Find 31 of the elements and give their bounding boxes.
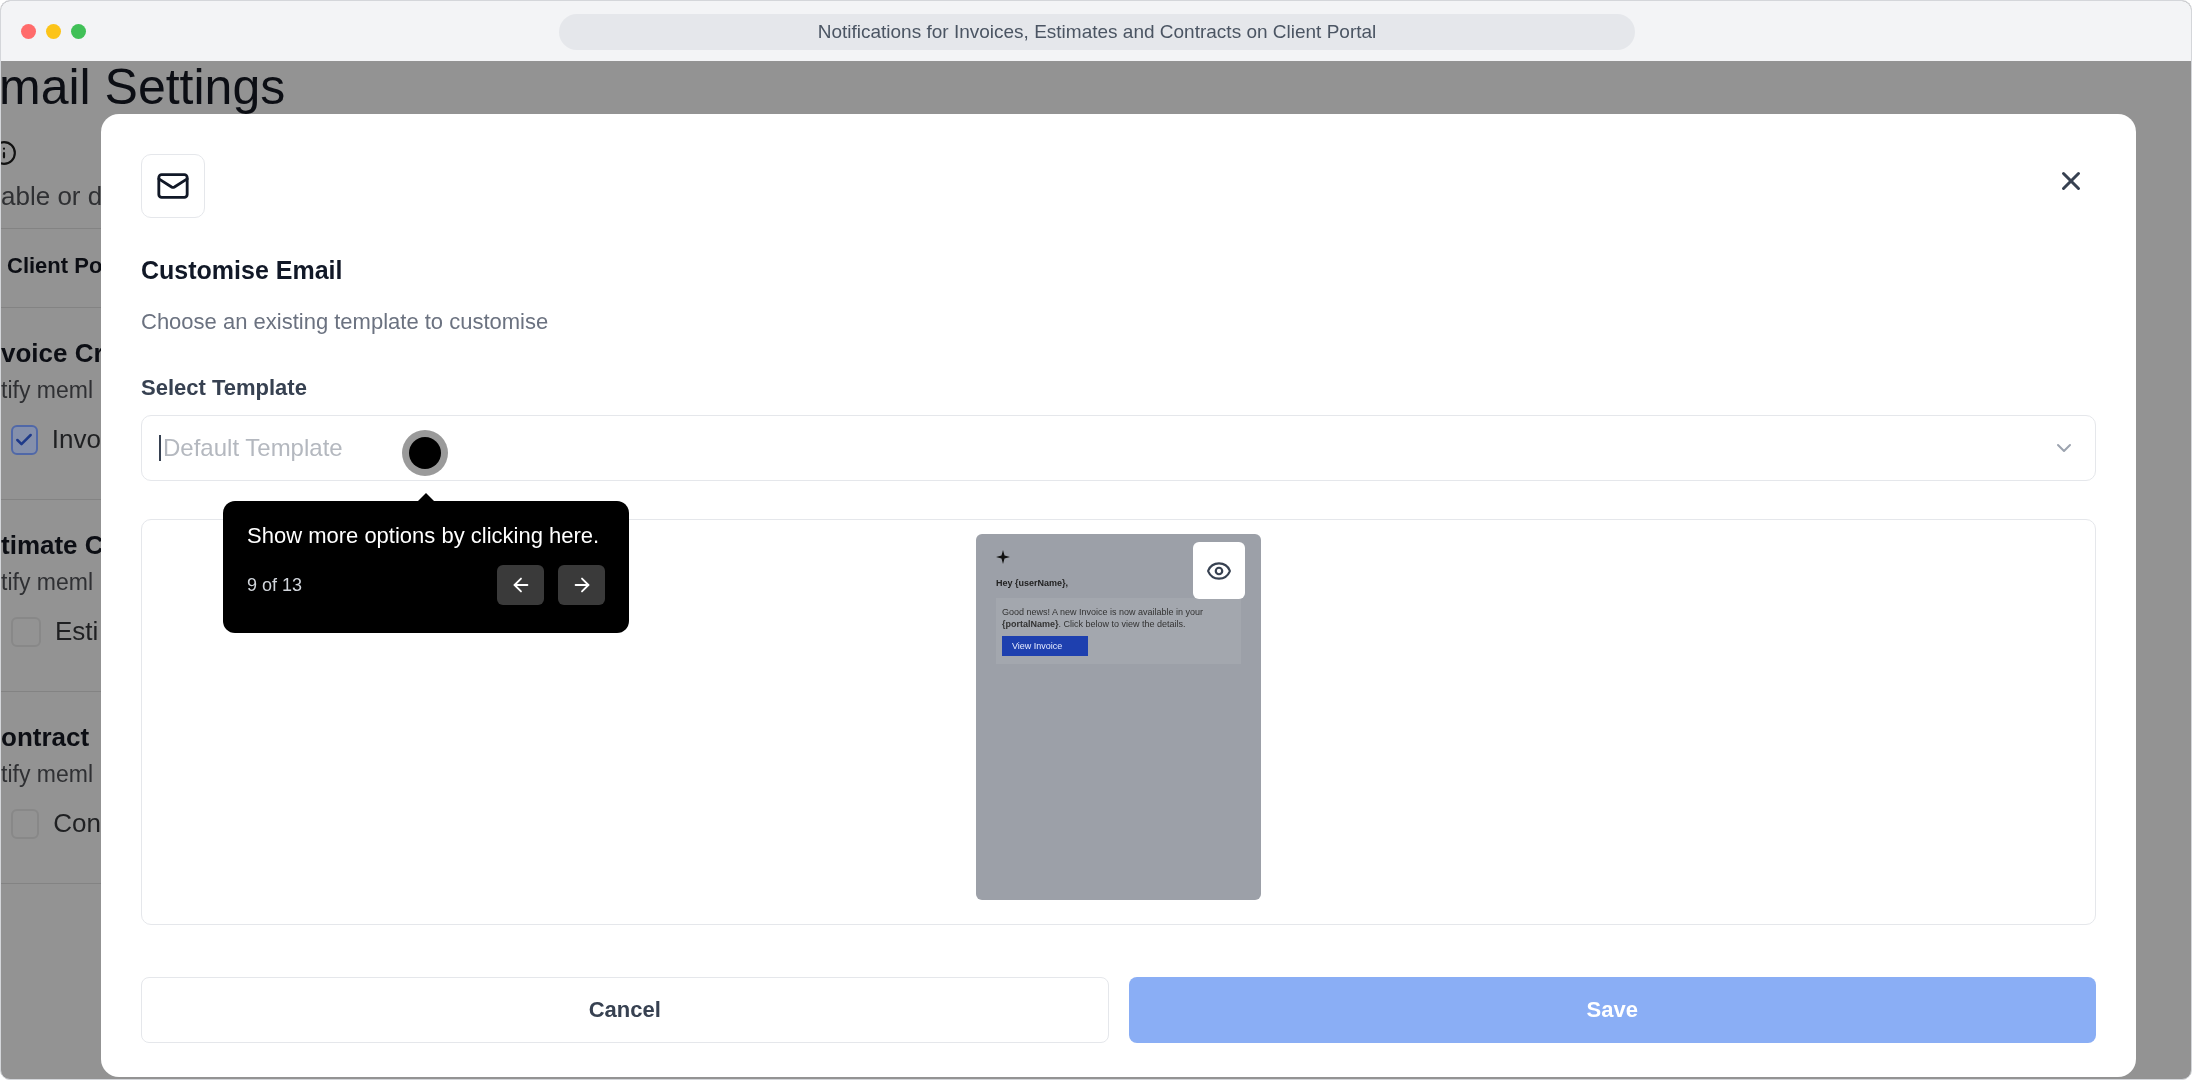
group-title: ontract (1, 722, 91, 753)
group-description: tify meml (1, 569, 94, 596)
group-title: voice Cr (1, 338, 101, 369)
checkbox[interactable] (11, 424, 38, 455)
cancel-button[interactable]: Cancel (141, 977, 1109, 1043)
template-preview-card[interactable]: Hey {userName}, Good news! A new Invoice is now available in your {portalName}. Click below to view the details. View Invoice (976, 534, 1261, 900)
text-cursor (159, 435, 161, 461)
preview-button[interactable] (1193, 542, 1245, 599)
checkbox-label: Invo (51, 424, 101, 455)
template-select[interactable]: Default Template (141, 415, 2096, 481)
previous-button[interactable] (497, 565, 544, 605)
close-window-dot[interactable] (21, 23, 36, 39)
preview-view-button: View Invoice (1002, 636, 1088, 656)
group-description: tify meml (1, 377, 94, 404)
minimize-window-dot[interactable] (46, 23, 61, 39)
step-counter: 9 of 13 (247, 574, 303, 596)
dialog-subtitle: Choose an existing template to customise (141, 309, 550, 335)
checkbox-label: Esti (55, 616, 99, 647)
field-label: Select Template (141, 375, 308, 401)
dialog-title: Customise Email (141, 256, 344, 285)
mail-icon (141, 154, 205, 218)
checkbox-label: Con (53, 808, 101, 839)
preview-greeting: Hey {userName}, (996, 578, 1070, 588)
preview-message: Good news! A new Invoice is now available in your {portalName}. Click below to view the details. (1002, 606, 1205, 630)
maximize-window-dot[interactable] (71, 23, 86, 39)
tooltip-text: Show more options by clicking here. (247, 523, 601, 549)
group-description: tify meml (1, 761, 94, 788)
window-title: Notifications for Invoices, Estimates and Contracts on Client Portal (559, 14, 1635, 50)
next-button[interactable] (558, 565, 605, 605)
sparkle-icon (996, 550, 1010, 564)
group-title: timate C (1, 530, 101, 561)
